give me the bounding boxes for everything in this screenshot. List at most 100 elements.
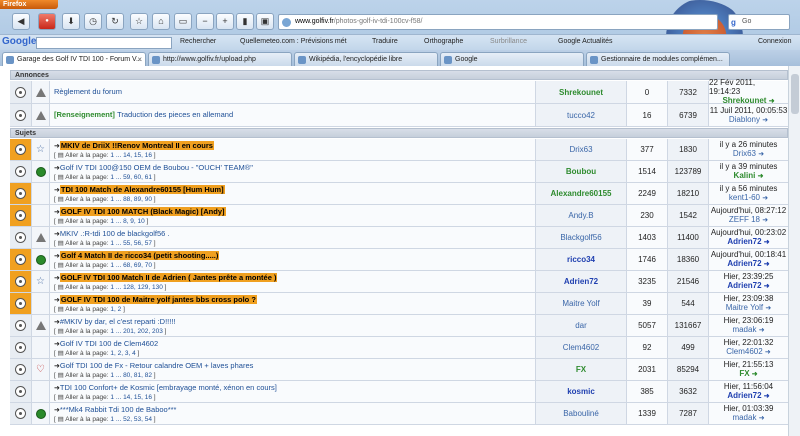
topic-title-link[interactable]: GOLF IV TDI 100 MATCH (Black Magic) [And…: [59, 207, 226, 216]
highlight-button[interactable]: Surbrillance: [490, 38, 527, 45]
last-post-user[interactable]: Kalini: [734, 171, 756, 180]
page-links[interactable]: 1 ... 201, 202, 203: [110, 328, 162, 335]
topic-author[interactable]: ricco34: [536, 249, 627, 270]
last-post-user[interactable]: Adrien72: [727, 259, 761, 268]
goto-last-post-icon[interactable]: ➜: [752, 371, 758, 378]
page-links[interactable]: 1 ... 80, 81, 82: [110, 372, 152, 379]
topic-author[interactable]: Adrien72: [536, 271, 627, 292]
topic-row[interactable]: ➜ ***Mk4 Rabbit Tdi 100 de Baboo*** [ ▤ A…: [10, 403, 788, 425]
login-button[interactable]: Connexion: [758, 38, 791, 45]
last-post-user[interactable]: FX: [739, 369, 749, 378]
topic-title-link[interactable]: ***Mk4 Rabbit Tdi 100 de Baboo***: [60, 405, 177, 414]
page-links[interactable]: 1 ... 88, 89, 90: [110, 196, 152, 203]
new-post-arrow-icon[interactable]: ➜: [54, 253, 60, 260]
topic-title-link[interactable]: Règlement du forum: [54, 87, 122, 96]
google-search-button[interactable]: Rechercher: [180, 38, 216, 45]
topic-author[interactable]: Maitre Yolf: [536, 293, 627, 314]
goto-last-post-icon[interactable]: ➜: [759, 327, 765, 334]
tab-upload[interactable]: http://www.golfiv.fr/upload.php: [148, 52, 292, 66]
page-links[interactable]: 1 ... 14, 15, 16: [110, 152, 152, 159]
topic-title-link[interactable]: #MKIV by dar, el c'est reparti :D!!!!!: [60, 317, 176, 326]
page-links[interactable]: 1, 2, 3, 4: [110, 350, 135, 357]
topic-row[interactable]: ➜ MKIV .:R-tdi 100 de blackgolf56 . [ ▤ A…: [10, 227, 788, 249]
topic-row[interactable]: ☆ ➜GOLF IV TDI 100 Match II de Adrien ( …: [10, 271, 788, 293]
new-post-arrow-icon[interactable]: ➜: [54, 275, 60, 282]
last-post-user[interactable]: Drix63: [733, 149, 756, 158]
topic-author[interactable]: Drix63: [536, 139, 627, 160]
spellcheck-button[interactable]: Orthographe: [424, 38, 463, 45]
zoom-in-icon[interactable]: +: [216, 13, 234, 30]
topic-row[interactable]: ➜Golf 4 Match II de ricco34 (petit shoot…: [10, 249, 788, 271]
announcement-row[interactable]: Règlement du forum Shrekounet 0 7332 22 …: [10, 78, 788, 105]
home-icon[interactable]: ⌂: [152, 13, 170, 30]
addon-icon[interactable]: ▣: [256, 13, 274, 30]
topic-author[interactable]: tucco42: [536, 104, 627, 126]
topic-title-link[interactable]: GOLF IV TDI 100 Match II de Adrien ( Jan…: [59, 273, 278, 282]
goto-last-post-icon[interactable]: ➜: [764, 283, 770, 290]
back-icon[interactable]: ◀: [12, 13, 30, 30]
goto-last-post-icon[interactable]: ➜: [762, 217, 768, 224]
topic-author[interactable]: Clem4602: [536, 337, 627, 358]
last-post-user[interactable]: Maitre Yolf: [726, 303, 763, 312]
scrollbar-thumb[interactable]: [791, 74, 799, 114]
topic-row[interactable]: ➜GOLF IV TDI 100 de Maitre yolf jantes b…: [10, 293, 788, 315]
topic-row[interactable]: ♡ ➜ Golf TDI 100 de Fx - Retour calandre …: [10, 359, 788, 381]
new-post-arrow-icon[interactable]: ➜: [54, 187, 60, 194]
topic-row[interactable]: ➜TDI 100 Match de Alexandre60155 [Hum Hu…: [10, 183, 788, 205]
translate-button[interactable]: Traduire: [372, 38, 398, 45]
vertical-scrollbar[interactable]: [788, 66, 800, 436]
topic-title-link[interactable]: Traduction des pieces en allemand: [117, 110, 233, 119]
goto-last-post-icon[interactable]: ➜: [764, 261, 770, 268]
last-post-user[interactable]: madak: [732, 325, 756, 334]
last-post-user[interactable]: madak: [732, 413, 756, 422]
topic-row[interactable]: ➜ Golf IV TDI 100@150 OEM de Boubou - "OU…: [10, 161, 788, 183]
goto-last-post-icon[interactable]: ➜: [764, 393, 770, 400]
last-post-user[interactable]: ZEFF 18: [729, 215, 760, 224]
topic-author[interactable]: kosmic: [536, 381, 627, 402]
google-search-input[interactable]: [36, 37, 172, 49]
topic-title-link[interactable]: MKIV .:R-tdi 100 de blackgolf56 .: [60, 229, 170, 238]
topic-author[interactable]: Shrekounet: [536, 81, 627, 103]
topic-author[interactable]: Babouliné: [536, 403, 627, 424]
page-links[interactable]: 1 ... 68, 69, 70: [110, 262, 152, 269]
url-bar[interactable]: www.golfiv.fr/photos-golf-iv-tdi-100cv-f…: [278, 14, 718, 30]
history-icon[interactable]: ◷: [84, 13, 102, 30]
topic-row[interactable]: ➜GOLF IV TDI 100 MATCH (Black Magic) [An…: [10, 205, 788, 227]
goto-last-post-icon[interactable]: ➜: [759, 415, 765, 422]
last-post-user[interactable]: Adrien72: [727, 281, 761, 290]
topic-author[interactable]: Andy.B: [536, 205, 627, 226]
topic-author[interactable]: Boubou: [536, 161, 627, 182]
stats-icon[interactable]: ▮: [236, 13, 254, 30]
page-links[interactable]: 1, 2: [110, 306, 121, 313]
page-links[interactable]: 1 ... 128, 129, 130: [110, 284, 162, 291]
last-post-user[interactable]: kent1-60: [729, 193, 760, 202]
topic-title-link[interactable]: GOLF IV TDI 100 de Maitre yolf jantes bb…: [59, 295, 257, 304]
refresh-icon[interactable]: ↻: [106, 13, 124, 30]
goto-last-post-icon[interactable]: ➜: [758, 173, 764, 180]
topic-row[interactable]: ➜ Golf IV TDI 100 de Clem4602 [ ▤ Aller à…: [10, 337, 788, 359]
topic-row[interactable]: ➜ TDI 100 Confort+ de Kosmic [embrayage m…: [10, 381, 788, 403]
goto-last-post-icon[interactable]: ➜: [765, 305, 771, 312]
download-icon[interactable]: ⬇: [62, 13, 80, 30]
page-links[interactable]: 1 ... 55, 56, 57: [110, 240, 152, 247]
goto-last-post-icon[interactable]: ➜: [762, 117, 768, 124]
stop-icon[interactable]: ●: [38, 13, 56, 30]
topic-row[interactable]: ☆ ➜MKIV de DriiX !!Renov Montreal II en …: [10, 139, 788, 161]
new-post-arrow-icon[interactable]: ➜: [54, 209, 60, 216]
topic-title-link[interactable]: TDI 100 Match de Alexandre60155 [Hum Hum…: [59, 185, 225, 194]
search-box[interactable]: g Go: [728, 14, 790, 30]
page-links[interactable]: 1 ... 14, 15, 16: [110, 394, 152, 401]
google-news-button[interactable]: Google Actualités: [558, 38, 612, 45]
topic-author[interactable]: dar: [536, 315, 627, 336]
last-post-user[interactable]: Adrien72: [727, 391, 761, 400]
last-post-user[interactable]: Diablony: [729, 115, 760, 124]
topic-row[interactable]: ➜#MKIV by dar, el c'est reparti :D!!!!! …: [10, 315, 788, 337]
goto-last-post-icon[interactable]: ➜: [765, 349, 771, 356]
page-links[interactable]: 1 ... 52, 53, 54: [110, 416, 152, 423]
topic-title-link[interactable]: TDI 100 Confort+ de Kosmic [embrayage mo…: [60, 383, 277, 392]
last-post-user[interactable]: Adrien72: [727, 237, 761, 246]
tab-wikipedia[interactable]: Wikipédia, l'encyclopédie libre: [294, 52, 438, 66]
bookmark-icon[interactable]: ☆: [130, 13, 148, 30]
new-post-arrow-icon[interactable]: ➜: [54, 297, 60, 304]
quellemeteo-link[interactable]: Quellemeteo.com : Prévisions mét: [240, 38, 347, 45]
